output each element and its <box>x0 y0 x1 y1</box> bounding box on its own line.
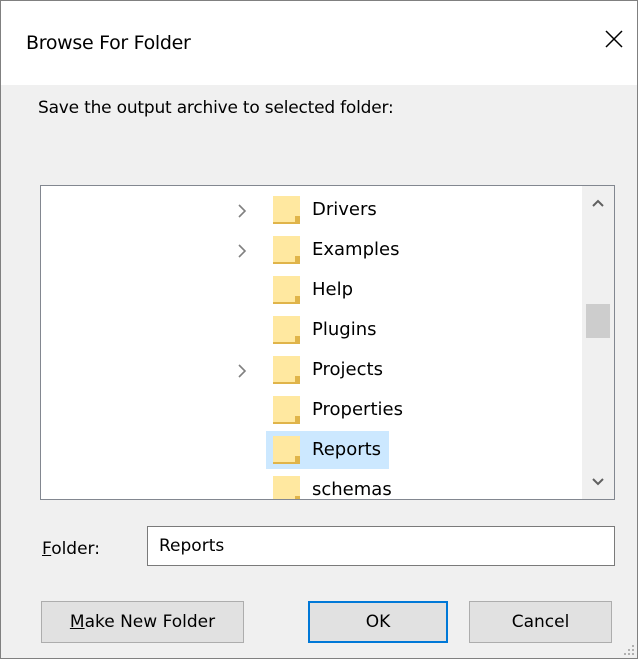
folder-icon <box>273 196 300 224</box>
tree-item-content[interactable]: Projects <box>266 351 391 389</box>
folder-tree[interactable]: Drivers Examples Help Plugins Projects Proper… <box>40 185 615 500</box>
chevron-right-icon[interactable] <box>235 204 249 218</box>
tree-item-label: Examples <box>312 239 400 260</box>
ok-button[interactable]: OK <box>308 601 448 643</box>
folder-tree-list: Drivers Examples Help Plugins Projects Proper… <box>41 186 582 499</box>
folder-icon <box>273 316 300 344</box>
tree-item-content[interactable]: schemas <box>266 471 400 499</box>
tree-item-content[interactable]: Reports <box>266 431 390 469</box>
window-title: Browse For Folder <box>26 32 191 54</box>
tree-item-label: schemas <box>312 479 392 499</box>
folder-input[interactable] <box>147 526 615 566</box>
tree-item[interactable]: Projects <box>41 351 582 391</box>
folder-label-accel: F <box>42 539 52 559</box>
folder-icon <box>273 276 300 304</box>
make-new-folder-button[interactable]: Make New Folder <box>41 601 244 643</box>
tree-item[interactable]: Reports <box>41 431 582 471</box>
folder-icon <box>273 356 300 384</box>
browse-for-folder-dialog: Browse For Folder Save the output archiv… <box>0 0 638 659</box>
folder-icon <box>273 436 300 464</box>
tree-item[interactable]: Drivers <box>41 191 582 231</box>
title-bar: Browse For Folder <box>1 1 637 85</box>
cancel-button[interactable]: Cancel <box>469 601 612 643</box>
close-icon <box>605 30 623 48</box>
tree-item-content[interactable]: Drivers <box>266 191 385 229</box>
tree-item[interactable]: Properties <box>41 391 582 431</box>
tree-item[interactable]: Examples <box>41 231 582 271</box>
folder-field-label: Folder: <box>42 538 100 560</box>
tree-item-content[interactable]: Examples <box>266 231 407 269</box>
scroll-thumb[interactable] <box>586 304 610 338</box>
tree-scrollbar[interactable] <box>582 186 614 499</box>
make-new-folder-rest: ake New Folder <box>84 612 216 632</box>
tree-item-label: Plugins <box>312 319 377 340</box>
folder-label-rest: older: <box>51 539 100 559</box>
instruction-text: Save the output archive to selected fold… <box>38 98 394 118</box>
chevron-right-icon[interactable] <box>235 244 249 258</box>
make-new-folder-accel: M <box>69 612 85 632</box>
folder-icon <box>273 396 300 424</box>
chevron-right-icon[interactable] <box>235 364 249 378</box>
scroll-down-button[interactable] <box>582 465 614 499</box>
tree-item-label: Drivers <box>312 199 377 220</box>
tree-item-content[interactable]: Properties <box>266 391 411 429</box>
tree-item-label: Projects <box>312 359 383 380</box>
chevron-down-icon <box>592 478 604 486</box>
scroll-up-button[interactable] <box>582 186 614 220</box>
tree-item-label: Properties <box>312 399 403 420</box>
tree-item-label: Reports <box>312 439 382 460</box>
chevron-up-icon <box>592 199 604 207</box>
tree-item[interactable]: schemas <box>41 471 582 499</box>
folder-icon <box>273 476 300 499</box>
tree-item[interactable]: Plugins <box>41 311 582 351</box>
tree-item-label: Help <box>312 279 354 300</box>
folder-icon <box>273 236 300 264</box>
tree-item[interactable]: Help <box>41 271 582 311</box>
close-button[interactable] <box>599 24 629 54</box>
resize-grip-icon[interactable] <box>623 644 635 656</box>
tree-item-content[interactable]: Help <box>266 271 361 309</box>
tree-item-content[interactable]: Plugins <box>266 311 384 349</box>
